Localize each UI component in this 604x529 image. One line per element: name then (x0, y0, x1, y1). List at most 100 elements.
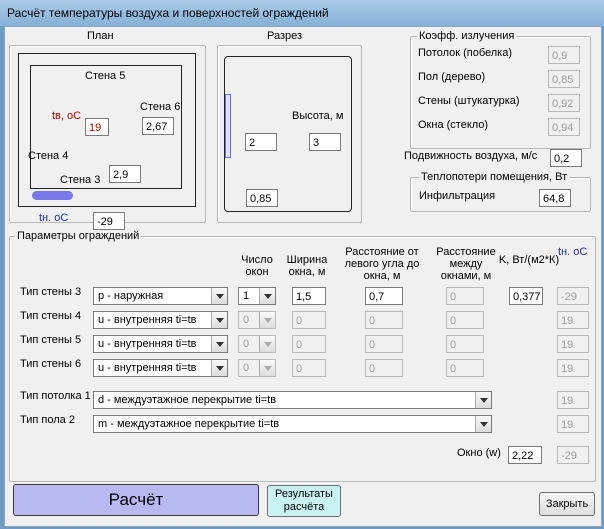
floor-emission-input[interactable]: 0,85 (548, 70, 580, 88)
main-panel: План Стена 5 tв, оС 19 Стена 6 2,67 Стен… (4, 26, 602, 527)
air-velocity-input[interactable]: 0,2 (550, 149, 582, 167)
window-height-input[interactable]: 2 (245, 133, 277, 151)
app-window: Расчёт температуры воздуха и поверхносте… (0, 0, 604, 529)
heatloss-legend: Теплопотери помещения, Вт (419, 171, 570, 183)
wall6-type-select[interactable]: u - внутренняя ti=tв (93, 359, 228, 377)
wall3-type-select[interactable]: р - наружная (93, 287, 228, 305)
wall6-dist-left-input[interactable]: 0 (365, 359, 403, 377)
col-dist-left: Расстояние от левого угла до окна, м (344, 246, 420, 282)
windows-emission-label: Окна (стекло) (418, 119, 489, 131)
close-button[interactable]: Закрыть (539, 492, 595, 516)
tn-label: tн. оС (39, 212, 69, 224)
chevron-down-icon[interactable] (259, 360, 275, 376)
chevron-down-icon[interactable] (259, 312, 275, 328)
col-dist-between: Расстояние между окнами, м (436, 246, 496, 282)
tn-input[interactable]: -29 (93, 212, 125, 230)
chevron-down-icon[interactable] (211, 360, 227, 376)
wall5-type-select[interactable]: u - внутренняя ti=tв (93, 335, 228, 353)
room-height-input[interactable]: 3 (309, 133, 341, 151)
wall5-t-input[interactable]: 19 (557, 335, 589, 353)
plan-wall4-label: Стена 4 (28, 150, 69, 162)
wall3-type-value: р - наружная (98, 290, 164, 302)
infiltration-label: Инфильтрация (419, 190, 496, 202)
height-label: Высота, м (292, 110, 344, 122)
windows-emission-input[interactable]: 0,94 (548, 118, 580, 136)
plan-wall6-label: Стена 6 (140, 101, 181, 113)
chevron-down-icon[interactable] (475, 416, 491, 432)
title-bar[interactable]: Расчёт температуры воздуха и поверхносте… (0, 0, 604, 26)
wall3-count-value: 1 (243, 290, 250, 302)
ceiling-type-value: d - междуэтажное перекрытие ti=tв (98, 394, 277, 406)
wall5-count-select[interactable]: 0 (238, 335, 276, 353)
ceiling-type-select[interactable]: d - междуэтажное перекрытие ti=tв (93, 391, 492, 409)
wall6-length-input[interactable]: 2,67 (142, 117, 174, 135)
wall5-type-value: u - внутренняя ti=tв (98, 338, 197, 350)
wall4-type-select[interactable]: u - внутренняя ti=tв (93, 311, 228, 329)
ceiling-emission-label: Потолок (побелка) (418, 47, 513, 59)
wall3-k-input[interactable]: 0,377 (509, 287, 543, 305)
wall6-dist-between-input[interactable]: 0 (446, 359, 484, 377)
floor-type-value: m - междуэтажное перекрытие ti=tв (98, 418, 280, 430)
wall5-width-input[interactable]: 0 (292, 335, 326, 353)
chevron-down-icon[interactable] (211, 336, 227, 352)
wall6-count-value: 0 (243, 362, 250, 374)
col-window-width: Ширина окна, м (286, 254, 328, 278)
col-tn: tн. оС (558, 246, 588, 258)
wall4-dist-between-input[interactable]: 0 (446, 311, 484, 329)
wall3-dist-between-input[interactable]: 0 (446, 287, 484, 305)
results-button[interactable]: Результаты расчёта (267, 485, 341, 517)
chevron-down-icon[interactable] (259, 288, 275, 304)
ceiling-type-label: Тип потолка 1 (20, 390, 91, 402)
plan-heading: План (87, 30, 114, 42)
wall6-count-select[interactable]: 0 (238, 359, 276, 377)
section-heading: Разрез (267, 30, 303, 42)
floor-emission-label: Пол (дерево) (418, 71, 486, 83)
window-k-input[interactable]: 2,22 (508, 446, 542, 464)
window-t-input[interactable]: -29 (557, 446, 589, 464)
wall5-count-value: 0 (243, 338, 250, 350)
chevron-down-icon[interactable] (475, 392, 491, 408)
wall3-type-label: Тип стены 3 (20, 286, 82, 298)
col-window-count: Число окон (241, 254, 273, 278)
wall4-dist-left-input[interactable]: 0 (365, 311, 403, 329)
wall3-width-input[interactable]: 1,5 (292, 287, 326, 305)
wall6-type-value: u - внутренняя ti=tв (98, 362, 197, 374)
wall3-length-input[interactable]: 2,9 (109, 165, 141, 183)
wall4-count-select[interactable]: 0 (238, 311, 276, 329)
wall5-dist-between-input[interactable]: 0 (446, 335, 484, 353)
emission-legend: Коэфф. излучения (417, 30, 517, 42)
chevron-down-icon[interactable] (211, 312, 227, 328)
section-window-icon (225, 94, 231, 158)
wall5-type-label: Тип стены 5 (20, 334, 82, 346)
window-marker-icon (32, 191, 73, 200)
floor-type-select[interactable]: m - междуэтажное перекрытие ti=tв (93, 415, 492, 433)
wall4-type-value: u - внутренняя ti=tв (98, 314, 197, 326)
tv-input[interactable]: 19 (85, 118, 109, 136)
walls-emission-input[interactable]: 0,92 (548, 94, 580, 112)
walls-emission-label: Стены (штукатурка) (418, 95, 520, 107)
tv-label: tв, оС (52, 110, 82, 122)
wall3-dist-left-input[interactable]: 0,7 (365, 287, 403, 305)
floor-t-input[interactable]: 19 (557, 415, 589, 433)
ceiling-emission-input[interactable]: 0,9 (548, 46, 580, 64)
wall6-t-input[interactable]: 19 (557, 359, 589, 377)
floor-type-label: Тип пола 2 (20, 414, 75, 426)
sill-height-input[interactable]: 0,85 (246, 189, 278, 207)
col-k: K, Вт/(м2*К) (498, 254, 560, 266)
wall4-t-input[interactable]: 19 (557, 311, 589, 329)
wall4-width-input[interactable]: 0 (292, 311, 326, 329)
infiltration-input[interactable]: 64,8 (539, 189, 571, 207)
wall3-t-input[interactable]: -29 (557, 287, 589, 305)
wall4-count-value: 0 (243, 314, 250, 326)
chevron-down-icon[interactable] (211, 288, 227, 304)
plan-wall3-label: Стена 3 (60, 174, 101, 186)
window-k-label: Окно (w) (457, 447, 501, 459)
ceiling-t-input[interactable]: 19 (557, 391, 589, 409)
wall6-width-input[interactable]: 0 (292, 359, 326, 377)
chevron-down-icon[interactable] (259, 336, 275, 352)
wall3-count-select[interactable]: 1 (238, 287, 276, 305)
wall4-type-label: Тип стены 4 (20, 310, 82, 322)
params-legend: Параметры ограждений (15, 230, 142, 242)
calculate-button[interactable]: Расчёт (13, 484, 259, 516)
wall5-dist-left-input[interactable]: 0 (365, 335, 403, 353)
